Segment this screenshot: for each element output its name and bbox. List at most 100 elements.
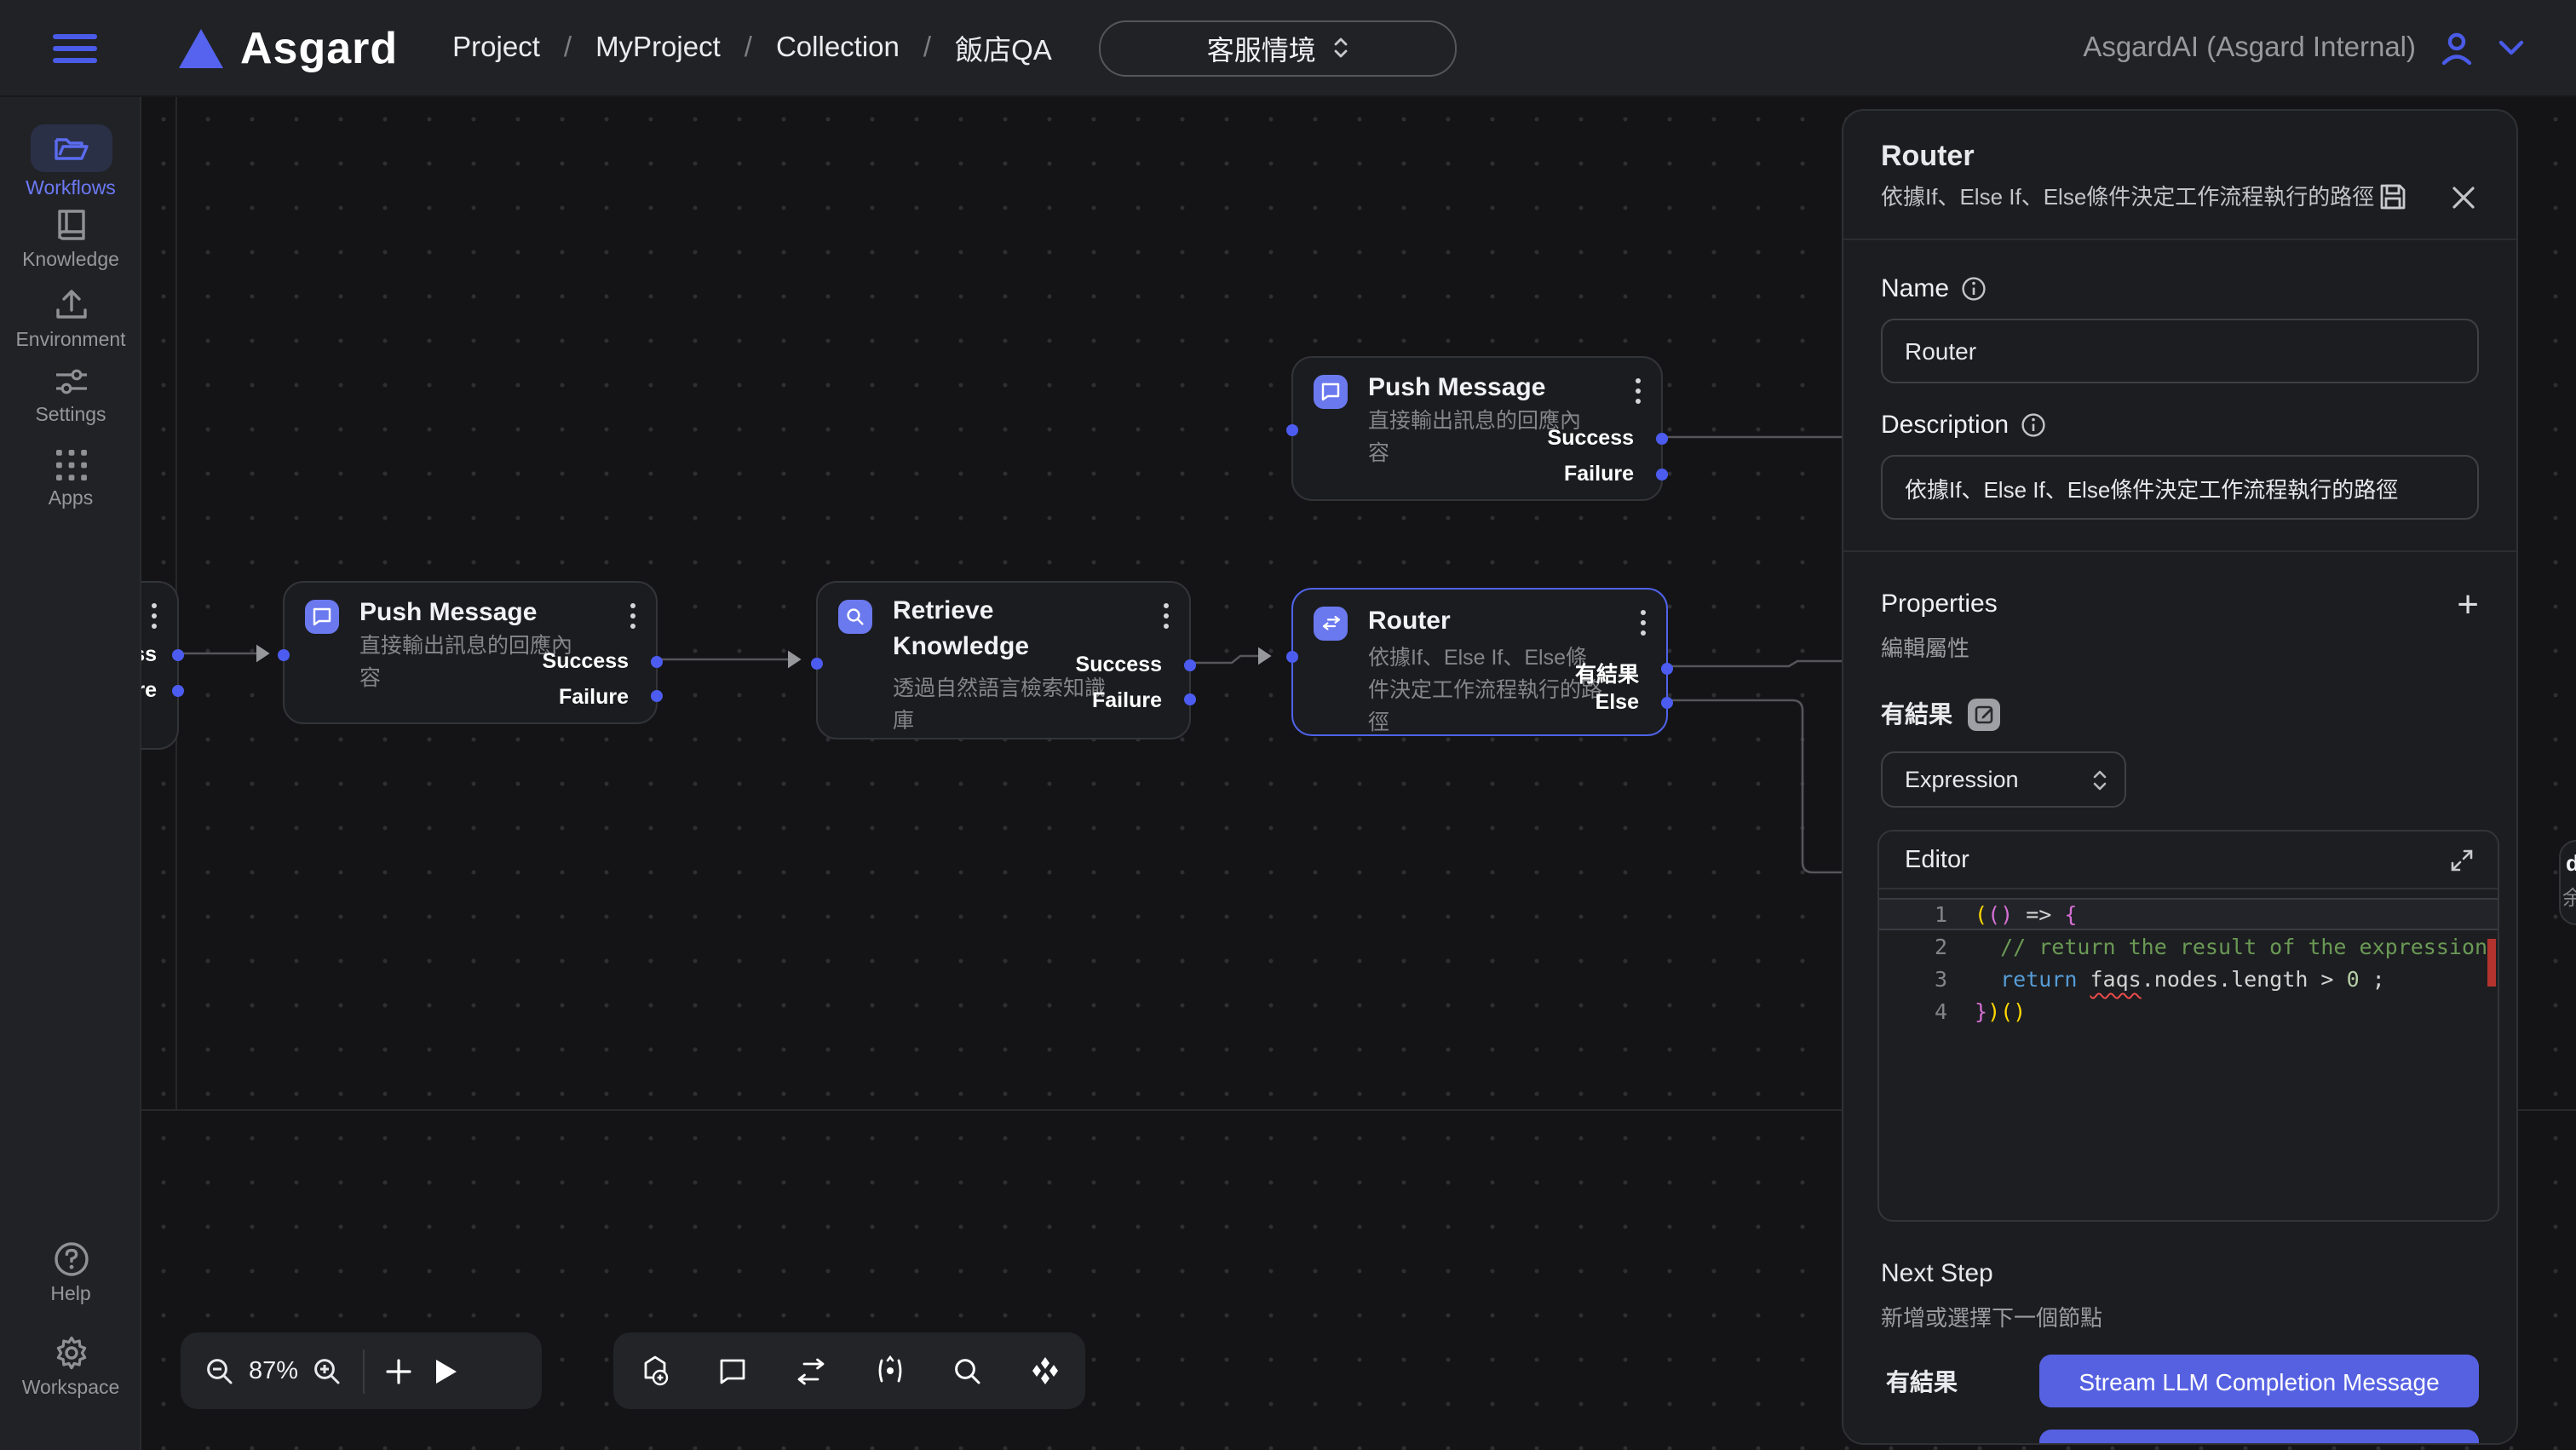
info-icon[interactable] [1961, 276, 1987, 302]
code-editor[interactable]: 1(() => {2 // return the result of the e… [1879, 889, 2498, 1027]
environment-selector[interactable]: 客服情境 [1100, 20, 1458, 76]
dispatch-icon[interactable] [1028, 1355, 1061, 1387]
next-step-row: 有結果 Stream LLM Completion Message [1881, 1355, 2479, 1407]
user-icon[interactable] [2436, 27, 2477, 68]
node-push-message[interactable]: Push Message 直接輸出訊息的回應內 容 Success Failur… [283, 581, 658, 724]
next-step-row: Else Push Message [1881, 1430, 2479, 1445]
output-port-success[interactable] [1184, 659, 1196, 670]
sidebar-item-workspace[interactable]: Workspace [0, 1334, 141, 1399]
name-input[interactable]: Router [1881, 319, 2479, 383]
edge-retrieve-to-router [1193, 656, 1269, 663]
info-icon[interactable] [2021, 412, 2046, 438]
node-partial-right[interactable]: d 余 [2559, 840, 2576, 925]
panel-subtitle: 依據If、Else If、Else條件決定工作流程執行的路徑 [1881, 181, 2392, 215]
save-icon[interactable] [2378, 182, 2407, 211]
node-description: 庫 [893, 702, 914, 734]
next-step-button-else[interactable]: Push Message [2039, 1430, 2479, 1445]
brand-name: Asgard [240, 21, 398, 74]
canvas-tools-toolbar [613, 1332, 1085, 1409]
breadcrumb-project[interactable]: Project [452, 32, 540, 64]
breadcrumb-separator: / [923, 32, 931, 64]
run-button[interactable] [436, 1359, 457, 1383]
locate-icon[interactable] [873, 1355, 906, 1387]
output-port-else[interactable] [1661, 696, 1673, 708]
output-port-success[interactable] [651, 655, 663, 667]
node-description: 徑 [1368, 704, 1389, 736]
sidebar-item-knowledge[interactable]: Knowledge [0, 206, 141, 271]
sidebar-item-label: Knowledge [22, 250, 119, 271]
description-input[interactable]: 依據If、Else If、Else條件決定工作流程執行的路徑 [1881, 455, 2479, 520]
sidebar-item-label: Workspace [22, 1378, 120, 1399]
input-port[interactable] [1286, 424, 1298, 436]
comment-icon[interactable] [716, 1355, 747, 1386]
add-property-button[interactable]: + [2457, 587, 2479, 621]
search-icon[interactable] [952, 1355, 982, 1386]
asgard-logo-icon [179, 28, 223, 67]
next-step-button-result[interactable]: Stream LLM Completion Message [2039, 1355, 2479, 1407]
code-line[interactable]: 1(() => { [1879, 898, 2498, 930]
zoom-level[interactable]: 87% [249, 1357, 298, 1384]
expression-editor: Editor 1(() => {2 // return the result o… [1877, 830, 2499, 1222]
edit-property-icon[interactable] [1968, 698, 2000, 730]
description-label: Description [1881, 411, 2479, 440]
speech-bubble-icon [305, 600, 339, 634]
sidebar-item-label: Apps [49, 489, 93, 509]
code-line[interactable]: 3 return faqs.nodes.length > 0 ; [1879, 963, 2498, 995]
sidebar-item-label: Environment [15, 331, 125, 351]
zoom-out-button[interactable] [204, 1355, 235, 1386]
node-router[interactable]: Router 依據If、Else If、Else條 件決定工作流程執行的路 徑 … [1291, 588, 1668, 736]
port-label: ure [141, 678, 157, 702]
sidebar-item-apps[interactable]: Apps [0, 448, 141, 509]
node-menu-icon[interactable] [1636, 378, 1641, 383]
breadcrumb-myproject[interactable]: MyProject [595, 32, 721, 64]
chevron-up-down-icon [1333, 34, 1350, 61]
node-menu-icon[interactable] [1641, 610, 1646, 615]
add-button[interactable] [385, 1357, 412, 1384]
output-port[interactable] [172, 685, 184, 697]
folder-icon [52, 133, 89, 164]
output-port-result[interactable] [1661, 662, 1673, 674]
breadcrumb-current[interactable]: 飯店QA [955, 27, 1052, 68]
sidebar-item-environment[interactable]: Environment [0, 286, 141, 351]
add-node-icon[interactable] [638, 1355, 670, 1387]
input-port[interactable] [1286, 651, 1298, 663]
next-step-key: 有結果 [1886, 1364, 1958, 1398]
edge-router-result [1668, 661, 1842, 666]
zoom-in-button[interactable] [312, 1355, 342, 1386]
input-port[interactable] [278, 649, 290, 661]
port-label-success: Success [1548, 426, 1634, 450]
output-port-failure[interactable] [1656, 468, 1668, 480]
node-menu-icon[interactable] [152, 603, 157, 608]
sidebar-item-settings[interactable]: Settings [0, 365, 141, 426]
output-port-success[interactable] [1656, 433, 1668, 445]
output-port[interactable] [172, 649, 184, 661]
properties-subtitle: 編輯屬性 [1881, 630, 2479, 663]
node-retrieve-knowledge[interactable]: Retrieve Knowledge 透過自然語言檢索知識 庫 Success … [816, 581, 1191, 739]
swap-arrows-icon[interactable] [793, 1357, 827, 1384]
node-menu-icon[interactable] [630, 603, 635, 608]
name-label: Name [1881, 274, 2479, 303]
code-line[interactable]: 4})() [1879, 995, 2498, 1027]
property-type-select[interactable]: Expression [1881, 751, 2126, 808]
menu-icon[interactable] [53, 26, 97, 69]
node-description-fragment: 余 [2562, 883, 2576, 912]
router-arrows-icon [1314, 607, 1348, 641]
breadcrumb-collection[interactable]: Collection [776, 32, 900, 64]
expand-icon[interactable] [2450, 848, 2474, 872]
output-port-failure[interactable] [651, 690, 663, 702]
input-port[interactable] [811, 657, 823, 669]
chevron-down-icon[interactable] [2498, 39, 2525, 56]
port-label-failure: Failure [559, 685, 629, 709]
sidebar-item-workflows[interactable]: Workflows [0, 124, 141, 199]
node-description: 直接輸出訊息的回應內 [359, 627, 572, 659]
node-title-fragment: d [2566, 850, 2576, 876]
node-push-message-top[interactable]: Push Message 直接輸出訊息的回應內 容 Success Failur… [1291, 356, 1663, 501]
close-icon[interactable] [2452, 185, 2475, 209]
code-line[interactable]: 2 // return the result of the expression [1879, 930, 2498, 963]
node-menu-icon[interactable] [1164, 603, 1169, 608]
node-partial-left[interactable]: ss ure [141, 581, 179, 750]
apps-grid-icon [54, 448, 88, 482]
sidebar-item-label: Help [50, 1285, 90, 1305]
output-port-failure[interactable] [1184, 693, 1196, 705]
sidebar-item-help[interactable]: Help [0, 1240, 141, 1305]
